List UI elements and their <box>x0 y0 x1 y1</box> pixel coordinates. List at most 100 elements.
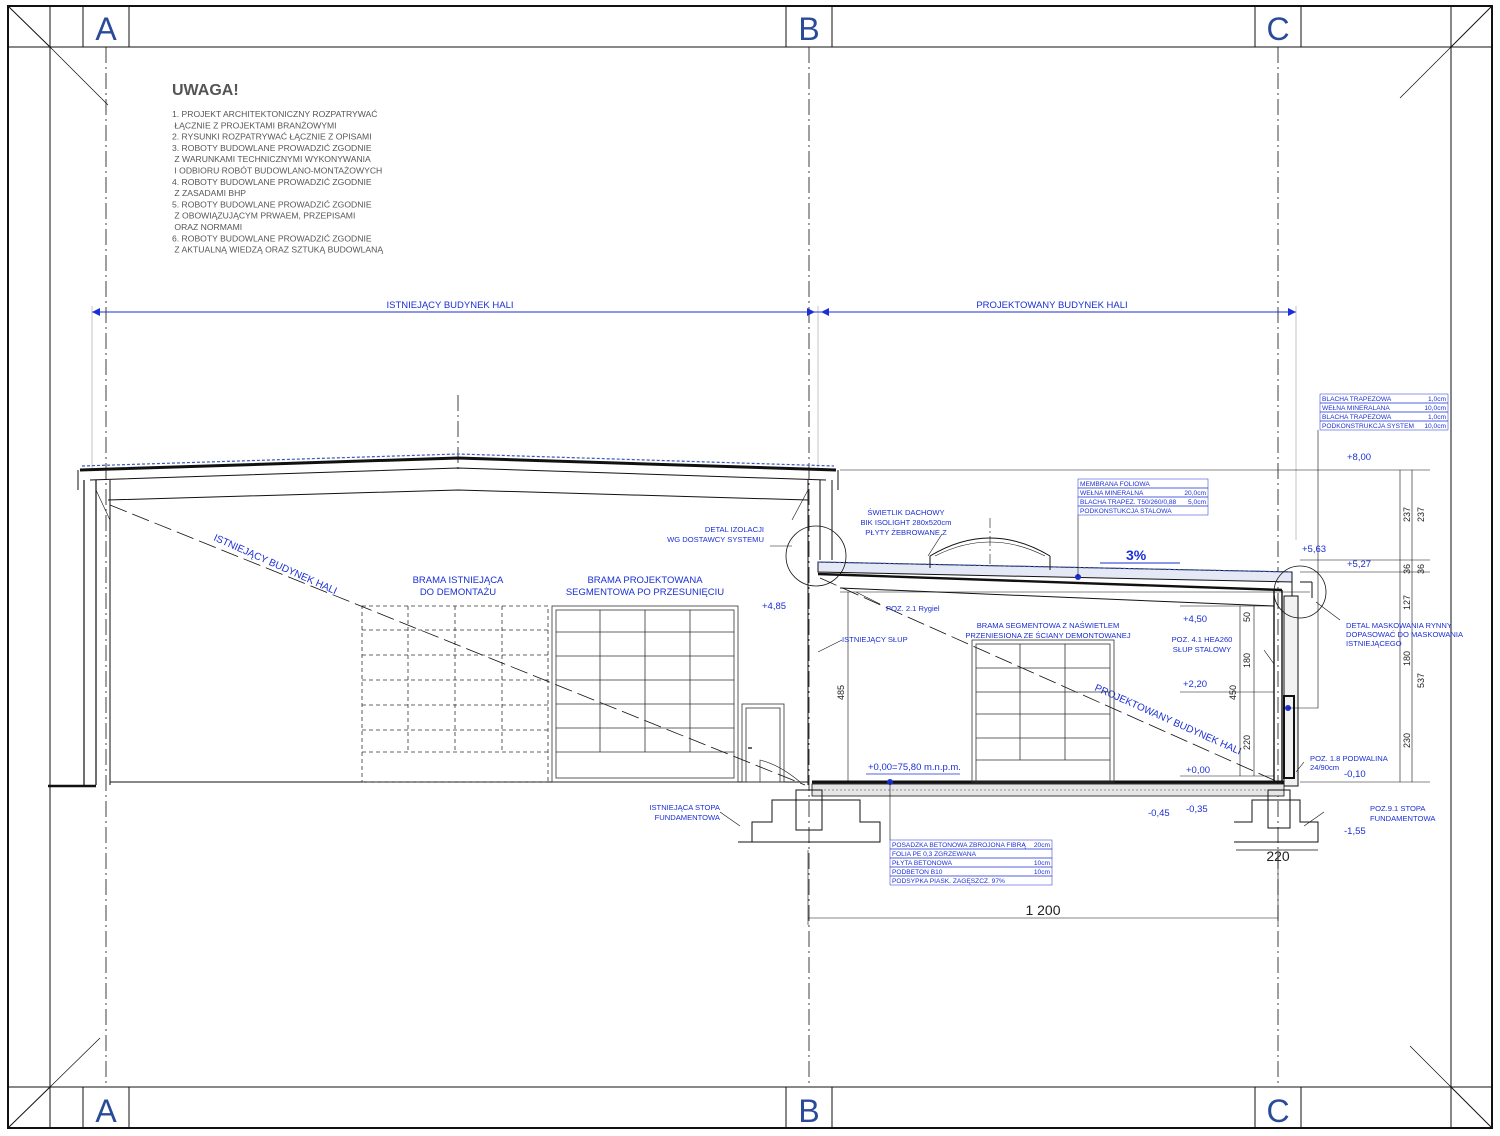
moved-gate-label-2: PRZENIESIONA ZE ŚCIANY DEMONTOWANEJ <box>965 631 1130 640</box>
zero-level-label: +0,00=75,80 m.n.p.m. <box>868 762 961 773</box>
layer-name: MEMBRANA FOLIOWA <box>1080 481 1150 488</box>
gutter-detail-2: DOPASOWAĆ DO MASKOWANIA <box>1346 630 1464 639</box>
steel-column-label-2: SŁUP STALOWY <box>1173 645 1231 654</box>
beam-label: POZ. 2.1 Rygiel <box>886 604 940 613</box>
axis-label-a-top: A <box>95 11 117 47</box>
gutter-detail-1: DETAL MASKOWANIA RYNNY <box>1346 621 1452 630</box>
notes-line: Z OBOWIĄZUJĄCYM PRWAEM, PRZEPISAMI <box>172 211 355 221</box>
layer-name: WEŁNA MINERALANA <box>1322 405 1390 412</box>
roof-layer-table: MEMBRANA FOLIOWA WEŁNA MINERALNA 20,0cm BLA… <box>1077 478 1209 516</box>
existing-diagonal <box>109 504 806 786</box>
layer-name: FOLIA PE 0,3 ZGRZEWANA <box>892 851 977 858</box>
level-minus-0-45: -0,45 <box>1148 808 1170 819</box>
gate-existing-label-2: DO DEMONTAŻU <box>420 587 496 598</box>
skylight-label-1: ŚWIETLIK DACHOWY <box>867 508 944 517</box>
existing-footing-1: ISTNIEJĄCA STOPA <box>649 803 721 812</box>
layer-name: PODKONSTRUKCJA SYSTEM <box>1322 423 1414 430</box>
notes-list: 1. PROJEKT ARCHITEKTONICZNY ROZPATRYWAĆ … <box>172 109 383 255</box>
plinth-label-2: 24/90cm <box>1310 763 1339 772</box>
skylight-label-2: BIK ISOLIGHT 280x520cm <box>860 518 951 527</box>
dim-50: 50 <box>1242 612 1252 622</box>
gutter-detail-3: ISTNIEJĄCEGO <box>1346 639 1402 648</box>
notes-line: 3. ROBOTY BUDOWLANE PROWADZIĆ ZGODNIE <box>172 143 372 153</box>
section-drawing: A B C A B C UWAGA! 1. PROJEKT ARCHITEKTO… <box>7 5 1493 1129</box>
notes-line: 6. ROBOTY BUDOWLANE PROWADZIĆ ZGODNIE <box>172 233 372 243</box>
moved-gate-label-1: BRAMA SEGMENTOWA Z NAŚWIETLEM <box>977 621 1120 630</box>
moved-gate-panels <box>971 639 1115 783</box>
layer-name: POSADZKA BETONOWA ZBROJONA FIBRĄ <box>892 842 1026 849</box>
layer-name: BLACHA TRAPEZOWA <box>1322 396 1392 403</box>
dim-r-180: 180 <box>1402 651 1412 666</box>
layer-name: PŁYTA BETONOWA <box>892 860 953 867</box>
dim-r-230: 230 <box>1402 733 1412 748</box>
notes-line: I ODBIORU ROBÓT BUDOWLANO-MONTAŻOWYCH <box>172 166 382 176</box>
level-2-20: +2,20 <box>1183 679 1207 690</box>
notes-line: 1. PROJEKT ARCHITEKTONICZNY ROZPATRYWAĆ <box>172 109 377 119</box>
new-footing-2: FUNDAMENTOWA <box>1370 814 1436 823</box>
footing-dimension: 220 <box>1266 848 1290 864</box>
new-footing-1: POZ.9.1 STOPA <box>1370 804 1426 813</box>
axis-label-b-top: B <box>798 11 819 47</box>
layer-value: 1,0cm <box>1428 414 1446 421</box>
notes-line: 4. ROBOTY BUDOWLANE PROWADZIĆ ZGODNIE <box>172 177 372 187</box>
axis-label-a-bottom: A <box>95 1093 117 1129</box>
skylight-label-3: PŁYTY ŻEBROWANE Z <box>865 528 947 537</box>
level-5-63: +5,63 <box>1302 544 1326 555</box>
diagonal-label-existing: ISTNIEJĄCY BUDYNEK HALI <box>212 533 339 597</box>
level-labels: +8,00 +5,63 +5,27 +4,85 +4,50 +2,20 +0,0… <box>762 452 1371 837</box>
wall-layer-table: BLACHA TRAPEZOWA 1,0cm WEŁNA MINERALANA 10,… <box>1319 393 1449 431</box>
existing-building <box>48 453 839 788</box>
notes-line: Z ZASADAMI BHP <box>172 188 246 198</box>
level-5-27: +5,27 <box>1347 559 1371 570</box>
layer-name: BLACHA TRAPEZ. T50/260/0,88 <box>1080 499 1176 506</box>
notes-line: Z AKTUALNĄ WIEDZĄ ORAZ SZTUKĄ BUDOWLANĄ <box>172 245 383 255</box>
plinth-label-1: POZ. 1.8 PODWALINA <box>1310 754 1389 763</box>
dim-180: 180 <box>1242 653 1252 668</box>
span-dimension: 1 200 <box>1025 902 1060 918</box>
notes-line: ORAZ NORMAMI <box>172 222 242 232</box>
roof-slope: 3% <box>1126 547 1147 563</box>
notes-line: ŁĄCZNIE Z PROJEKTAMI BRANŻOWYMI <box>172 120 337 130</box>
level-minus-0-35: -0,35 <box>1186 804 1208 815</box>
notes-line: Z WARUNKAMI TECHNICZNYMI WYKONYWANIA <box>172 154 371 164</box>
diagonal-label-designed: PROJEKTOWANY BUDYNEK HALI <box>1093 683 1243 758</box>
layer-name: PODBETON B10 <box>892 869 943 876</box>
insulation-detail-circle <box>785 525 847 587</box>
layer-value: 10,0cm <box>1424 423 1446 430</box>
axis-label-b-bottom: B <box>798 1093 819 1129</box>
dim-220: 220 <box>1242 735 1252 750</box>
gate-designed-label-2: SEGMENTOWA PO PRZESUNIĘCIU <box>566 587 724 598</box>
zone-label-designed: PROJEKTOWANY BUDYNEK HALI <box>976 300 1127 311</box>
layer-name: WEŁNA MINERALNA <box>1080 490 1144 497</box>
gate-designed-label-1: BRAMA PROJEKTOWANA <box>587 575 703 586</box>
notes-line: 2. RYSUNKI ROZPATRYWAĆ ŁĄCZNIE Z OPISAMI <box>172 132 372 142</box>
floor-layer-table: POSADZKA BETONOWA ZBROJONA FIBRĄ 20cm FOLI… <box>889 839 1053 886</box>
steel-column-label-1: POZ. 4.1 HEA260 <box>1172 635 1233 644</box>
gate-existing-label-1: BRAMA ISTNIEJĄCA <box>413 575 504 586</box>
notes-title: UWAGA! <box>172 82 239 99</box>
layer-value: 1,0cm <box>1428 396 1446 403</box>
layer-value: 10cm <box>1034 869 1051 876</box>
insulation-detail-1: DETAL IZOLACJI <box>705 525 764 534</box>
layer-value: 10cm <box>1034 860 1051 867</box>
dim-r-237: 237 <box>1402 507 1412 522</box>
layer-name: PODSYPKA PIASK. ZAGĘSZCZ. 97% <box>892 878 1005 885</box>
existing-footing-2: FUNDAMENTOWA <box>655 813 721 822</box>
level-4-50: +4,50 <box>1183 614 1207 625</box>
existing-gate-panels <box>361 605 549 783</box>
height-dimension: 485 <box>836 685 846 700</box>
insulation-detail-2: WG DOSTAWCY SYSTEMU <box>667 535 764 544</box>
level-minus-0-10: -0,10 <box>1344 769 1366 780</box>
dim-t-36: 36 <box>1416 564 1426 574</box>
dim-r-127: 127 <box>1402 595 1412 610</box>
layer-name: PODKONSTUKCJA STALOWA <box>1080 508 1172 515</box>
level-8-00: +8,00 <box>1347 452 1371 463</box>
dim-r-36: 36 <box>1402 564 1412 574</box>
annotations: DETAL IZOLACJI WG DOSTAWCY SYSTEMU ŚWIET… <box>649 508 1464 823</box>
level-0-00: +0,00 <box>1186 765 1210 776</box>
level-4-85: +4,85 <box>762 601 786 612</box>
dim-t-237: 237 <box>1416 507 1426 522</box>
axis-label-c-bottom: C <box>1266 1093 1289 1129</box>
dim-t-537: 537 <box>1416 673 1426 688</box>
layer-value: 20cm <box>1034 842 1051 849</box>
